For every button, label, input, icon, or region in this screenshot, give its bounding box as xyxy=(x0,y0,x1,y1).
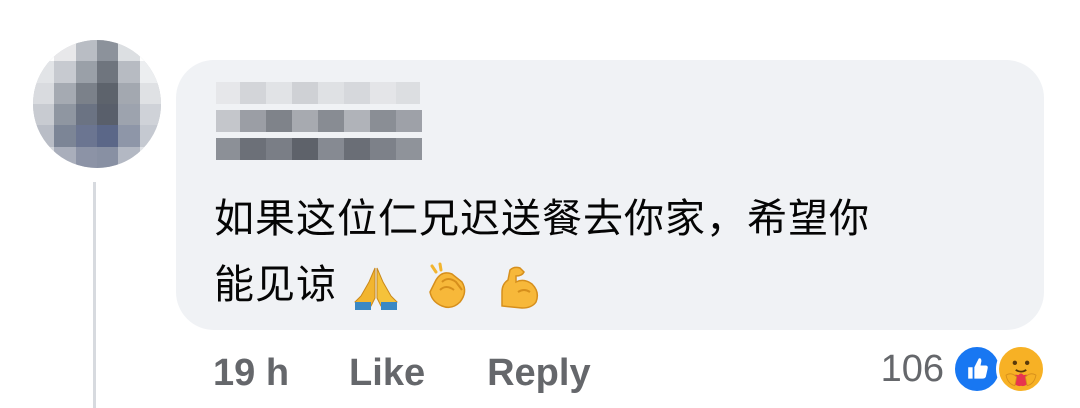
clapping-hands-icon xyxy=(429,262,466,309)
comment-thread: 如果这位仁兄迟送餐去你家，希望你 能见谅 19 h Like Reply 106 xyxy=(0,0,1080,408)
like-button[interactable]: Like xyxy=(349,352,425,395)
comment-timestamp[interactable]: 19 h xyxy=(213,352,289,395)
comment-text-line1: 如果这位仁兄迟送餐去你家，希望你 xyxy=(214,196,870,242)
comment-text-line2-words: 能见谅 xyxy=(214,262,337,308)
comment-bubble: 如果这位仁兄迟送餐去你家，希望你 能见谅 xyxy=(176,60,1044,330)
comment-text: 如果这位仁兄迟送餐去你家，希望你 能见谅 xyxy=(214,186,1004,318)
like-reaction-icon xyxy=(952,344,1002,394)
folded-hands-icon xyxy=(354,267,398,310)
avatar[interactable] xyxy=(33,40,161,168)
thread-connector xyxy=(93,182,96,408)
reaction-summary[interactable]: 106 xyxy=(881,344,1046,394)
redacted-commenter-name[interactable] xyxy=(216,82,422,160)
care-reaction-icon xyxy=(996,344,1046,394)
reaction-count: 106 xyxy=(880,347,944,390)
reply-button[interactable]: Reply xyxy=(487,352,590,395)
flexed-biceps-icon xyxy=(501,266,539,309)
comment-actions: 19 h Like Reply xyxy=(213,352,653,395)
comment-text-line2: 能见谅 xyxy=(214,252,1004,318)
